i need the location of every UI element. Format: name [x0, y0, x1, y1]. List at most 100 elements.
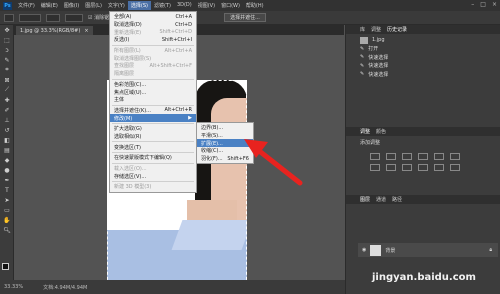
- select_menu-item-13[interactable]: 扩大选取(G): [110, 125, 196, 133]
- close-tab-icon[interactable]: ×: [84, 28, 88, 34]
- menu-2[interactable]: 图像(I): [61, 1, 82, 10]
- adjust_panel-tab-1[interactable]: 颜色: [376, 128, 386, 135]
- select_menu-item-12[interactable]: 修改(M) ▶: [110, 114, 196, 122]
- invert-icon[interactable]: [450, 163, 460, 171]
- menu-item-label: 查找图层: [114, 63, 135, 70]
- marquee-tool-icon[interactable]: ⬚: [0, 35, 14, 45]
- hand-tool-icon[interactable]: ✋: [0, 215, 14, 225]
- lasso-tool-icon[interactable]: ↄ: [0, 45, 14, 55]
- close-icon[interactable]: ×: [492, 1, 497, 8]
- menu-item-shortcut: Alt+Ctrl+R: [164, 107, 192, 114]
- history_panel-tab-0[interactable]: 库: [360, 26, 365, 33]
- color-lookup-icon[interactable]: [434, 163, 444, 171]
- foreground-color-swatch[interactable]: [2, 263, 9, 270]
- hue-icon[interactable]: [450, 152, 460, 160]
- history-step[interactable]: ✎ 打开: [346, 45, 500, 54]
- select_menu-item-19[interactable]: 新建 3D 模型(3): [110, 183, 196, 191]
- history-step[interactable]: ✎ 快速选择: [346, 70, 500, 79]
- photo-filter-icon[interactable]: [402, 163, 412, 171]
- select_menu-item-11[interactable]: 选择并遮住(K)... Alt+Ctrl+R: [110, 107, 196, 115]
- modify_submenu-item-4[interactable]: 羽化(F)... Shift+F6: [197, 155, 253, 163]
- brightness-icon[interactable]: [370, 152, 380, 160]
- minimize-icon[interactable]: –: [471, 1, 474, 8]
- select_menu-item-3[interactable]: 反选(I) Shift+Ctrl+I: [110, 36, 196, 44]
- zoom-level[interactable]: 33.33%: [4, 284, 23, 290]
- history-step[interactable]: ✎ 快速选择: [346, 62, 500, 71]
- modify_submenu-item-0[interactable]: 边界(B)...: [197, 124, 253, 132]
- modify_submenu-item-3[interactable]: 收缩(C)...: [197, 147, 253, 155]
- channel-mixer-icon[interactable]: [418, 163, 428, 171]
- select_menu-item-1[interactable]: 取消选择(D) Ctrl+D: [110, 21, 196, 29]
- tool-preset-picker[interactable]: [4, 13, 14, 22]
- menu-6[interactable]: 滤镜(T): [151, 1, 174, 10]
- visibility-eye-icon[interactable]: ◉: [362, 247, 366, 253]
- shape-tool-icon[interactable]: ▭: [0, 205, 14, 215]
- select_menu-item-2[interactable]: 重新选择(E) Shift+Ctrl+D: [110, 28, 196, 36]
- color-balance-icon[interactable]: [370, 163, 380, 171]
- curves-icon[interactable]: [402, 152, 412, 160]
- select_menu-item-17[interactable]: 载入选区(O)...: [110, 165, 196, 173]
- history-brush-icon[interactable]: ↺: [0, 125, 14, 135]
- select_menu-item-10[interactable]: 主体: [110, 96, 196, 104]
- quick-select-tool-icon[interactable]: ✎: [0, 55, 14, 65]
- vibrance-icon[interactable]: [434, 152, 444, 160]
- select_menu-item-0[interactable]: 全部(A) Ctrl+A: [110, 13, 196, 21]
- layers_panel-tab-1[interactable]: 通道: [376, 196, 386, 203]
- layers_panel-tab-2[interactable]: 路径: [392, 196, 402, 203]
- gradient-tool-icon[interactable]: ▤: [0, 145, 14, 155]
- eraser-tool-icon[interactable]: ◧: [0, 135, 14, 145]
- angle-field[interactable]: [65, 13, 83, 22]
- history_panel-tab-1[interactable]: 调整: [371, 26, 381, 33]
- maximize-icon[interactable]: □: [480, 1, 486, 8]
- select_menu-item-7[interactable]: 隔离图层: [110, 70, 196, 78]
- modify_submenu-item-1[interactable]: 平滑(S)...: [197, 132, 253, 140]
- selection-mode-icons[interactable]: [19, 13, 41, 22]
- black-white-icon[interactable]: [386, 163, 396, 171]
- history-snapshot[interactable]: 1.jpg: [346, 36, 500, 45]
- select_menu-item-5[interactable]: 取消选择图层(S): [110, 54, 196, 62]
- select_menu-item-16[interactable]: 在快速蒙版模式下编辑(Q): [110, 154, 196, 162]
- menu-1[interactable]: 编辑(E): [38, 1, 61, 10]
- eyedropper-tool-icon[interactable]: ⟋: [0, 85, 14, 95]
- document-tab[interactable]: 1.jpg @ 33.3%(RGB/8#) ×: [16, 26, 93, 35]
- select_menu-item-9[interactable]: 焦点区域(U)...: [110, 88, 196, 96]
- layer-row-background[interactable]: ◉ 背景 🔒︎: [358, 243, 498, 257]
- menu-item-label: 隔离图层: [114, 71, 135, 78]
- zoom-tool-icon[interactable]: 🔍︎: [0, 225, 14, 235]
- type-tool-icon[interactable]: T: [0, 185, 14, 195]
- menu-item-label: 扩展(E)...: [201, 140, 223, 147]
- modify_submenu-item-2[interactable]: 扩展(E)...: [197, 139, 253, 148]
- history_panel-tab-2[interactable]: 历史记录: [387, 26, 407, 33]
- brush-tool-icon[interactable]: ✐: [0, 105, 14, 115]
- select_menu-item-6[interactable]: 查找图层 Alt+Shift+Ctrl+F: [110, 62, 196, 70]
- menu-9[interactable]: 窗口(W): [218, 1, 243, 10]
- stamp-tool-icon[interactable]: ⊥: [0, 115, 14, 125]
- brush-size-picker[interactable]: [46, 13, 60, 22]
- menu-0[interactable]: 文件(F): [15, 1, 38, 10]
- select_menu-item-14[interactable]: 选取相似(R): [110, 133, 196, 141]
- levels-icon[interactable]: [386, 152, 396, 160]
- frame-tool-icon[interactable]: ⊠: [0, 75, 14, 85]
- adjust_panel-tab-0[interactable]: 调整: [360, 128, 370, 135]
- path-select-tool-icon[interactable]: ➤: [0, 195, 14, 205]
- menu-7[interactable]: 3D(D): [174, 1, 195, 10]
- history-step[interactable]: ✎ 快速选择: [346, 53, 500, 62]
- exposure-icon[interactable]: [418, 152, 428, 160]
- dodge-tool-icon[interactable]: ●: [0, 165, 14, 175]
- menu-10[interactable]: 帮助(H): [243, 1, 267, 10]
- select_menu-item-8[interactable]: 色彩范围(C)...: [110, 81, 196, 89]
- menu-8[interactable]: 视图(V): [195, 1, 218, 10]
- select_menu-item-18[interactable]: 存储选区(V)...: [110, 172, 196, 180]
- pen-tool-icon[interactable]: ✒: [0, 175, 14, 185]
- menu-5[interactable]: 选择(S): [127, 1, 151, 10]
- menu-4[interactable]: 文字(Y): [105, 1, 128, 10]
- blur-tool-icon[interactable]: ◆: [0, 155, 14, 165]
- crop-tool-icon[interactable]: ⌗: [0, 65, 14, 75]
- select-and-mask-button[interactable]: 选择并遮住...: [224, 13, 266, 22]
- move-tool-icon[interactable]: ✥: [0, 25, 14, 35]
- select_menu-item-15[interactable]: 变换选区(T): [110, 143, 196, 151]
- healing-tool-icon[interactable]: ✚: [0, 95, 14, 105]
- select_menu-item-4[interactable]: 所有图层(L) Alt+Ctrl+A: [110, 47, 196, 55]
- layers_panel-tab-0[interactable]: 图层: [360, 196, 370, 203]
- menu-3[interactable]: 图层(L): [82, 1, 105, 10]
